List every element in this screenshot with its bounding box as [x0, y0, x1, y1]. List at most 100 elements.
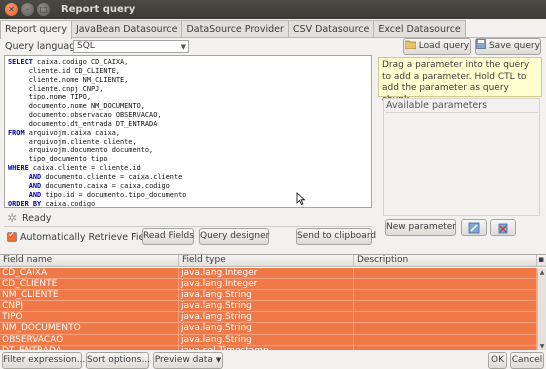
table-cell: [354, 323, 537, 334]
sql-keyword: SELECT: [8, 58, 33, 66]
window-close-button[interactable]: ✕: [5, 3, 18, 16]
query-language-label: Query language: [5, 41, 82, 52]
window-minimize-button[interactable]: –: [21, 3, 34, 16]
sql-line: WHERE caixa.cliente = cliente.id: [8, 164, 371, 173]
table-cell: [354, 279, 537, 290]
sql-line: SELECT caixa.codigo CD_CAIXA,: [8, 58, 371, 67]
load-query-label: Load query: [418, 41, 470, 51]
load-query-button[interactable]: Load query: [403, 38, 471, 55]
table-cell: java.lang.String: [179, 312, 354, 323]
table-cell: [354, 345, 537, 350]
sql-text: documento.cliente = caixa.cliente: [41, 172, 183, 181]
sql-line: cliente.id CD_CLIENTE,: [8, 67, 371, 76]
sql-text: documento.dt_entrada DT_ENTRADA: [8, 119, 158, 128]
send-to-clipboard-button[interactable]: Send to clipboard: [296, 228, 376, 245]
query-language-select[interactable]: SQL ▼: [73, 40, 189, 53]
table-cell: CD_CLIENTE: [0, 279, 179, 290]
sql-text: cliente.nome NM_CLIENTE,: [8, 75, 129, 84]
table-cell: java.sql.Timestamp: [179, 345, 354, 350]
table-cell: CNPJ: [0, 301, 179, 312]
sql-keyword: ORDER BY: [8, 199, 42, 208]
table-row[interactable]: CD_CLIENTE java.lang.Integer: [0, 279, 537, 291]
table-row[interactable]: DT_ENTRADAjava.sql.Timestamp: [0, 345, 537, 350]
auto-retrieve-checkbox[interactable]: [7, 230, 17, 242]
tab-csv-datasource[interactable]: CSV Datasource: [287, 20, 375, 38]
tab-report-query[interactable]: Report query: [0, 20, 72, 39]
table-row[interactable]: NM_DOCUMENTO java.lang.String: [0, 323, 537, 335]
sql-text: caixa.cliente = cliente.id: [28, 164, 141, 173]
table-cell: java.lang.String: [179, 290, 354, 301]
tab-javabean-datasource[interactable]: JavaBean Datasource: [70, 20, 183, 38]
filter-expression-button[interactable]: Filter expression...: [2, 352, 85, 369]
cancel-button[interactable]: Cancel: [510, 352, 544, 369]
sql-line: arquivojm.documento documento,: [8, 146, 371, 155]
sql-text: tipo.id = documento.tipo_documento: [41, 190, 187, 199]
title-bar: ✕ – □ Report query: [0, 0, 546, 19]
table-cell: [354, 312, 537, 323]
sort-options-button[interactable]: Sort options...: [86, 352, 150, 369]
sql-text: arquivojm.cliente cliente,: [8, 137, 137, 146]
chevron-down-icon: ▼: [215, 356, 222, 364]
chevron-down-icon: ▼: [180, 43, 186, 51]
delete-parameter-icon: [498, 223, 508, 234]
preview-data-button[interactable]: Preview data ▼: [153, 352, 223, 369]
column-settings-icon[interactable]: ▪: [537, 255, 546, 267]
edit-parameter-button[interactable]: [461, 219, 487, 236]
table-cell: java.lang.Integer: [179, 268, 354, 279]
tab-excel-datasource[interactable]: Excel Datasource: [373, 20, 466, 38]
table-body: CD_CAIXA java.lang.Integer CD_CLIENTE java.…: [0, 268, 537, 350]
table-cell: java.lang.String: [179, 334, 354, 345]
table-row[interactable]: NM_CLIENTE java.lang.String: [0, 290, 537, 302]
sql-text: arquivojm.documento documento,: [8, 146, 154, 155]
table-scrollbar[interactable]: ▲ ▼: [537, 268, 546, 350]
preview-data-label: Preview data: [154, 355, 213, 365]
sql-line: documento.dt_entrada DT_ENTRADA: [8, 120, 371, 129]
sql-text: arquivojm.caixa caixa,: [24, 128, 121, 137]
table-cell: java.lang.String: [179, 323, 354, 334]
sql-keyword: FROM: [8, 128, 25, 137]
delete-parameter-button[interactable]: [490, 219, 516, 236]
table-cell: CD_CAIXA: [0, 268, 179, 279]
sql-editor[interactable]: SELECT caixa.codigo CD_CAIXA, cliente.id…: [4, 55, 372, 208]
bottom-bar: Filter expression... Sort options... Pre…: [0, 351, 546, 369]
sql-keyword: AND: [8, 181, 42, 190]
sql-line: tipo_documento tipo: [8, 155, 371, 164]
save-query-label: Save query: [488, 41, 540, 51]
fields-table: Field name Field type Description ▪ CD_C…: [0, 254, 546, 350]
save-query-button[interactable]: Save query: [475, 38, 541, 55]
sql-text: caixa.codigo: [41, 199, 96, 208]
column-header-field-name[interactable]: Field name: [0, 255, 179, 267]
available-parameters-panel: [383, 98, 540, 216]
column-header-description[interactable]: Description: [354, 255, 537, 267]
sql-keyword: AND: [8, 190, 42, 199]
ok-button[interactable]: OK: [488, 352, 507, 369]
table-row[interactable]: CNPJ java.lang.String: [0, 301, 537, 313]
sql-text: documento.observacao OBSERVACAO,: [8, 111, 162, 120]
read-fields-button[interactable]: Read Fields: [142, 228, 194, 245]
table-cell: java.lang.Integer: [179, 279, 354, 290]
table-row[interactable]: CD_CAIXA java.lang.Integer: [0, 268, 537, 280]
sql-line: AND documento.cliente = caixa.cliente: [8, 173, 371, 182]
folder-icon: [404, 40, 417, 50]
sql-line: tipo.nome TIPO,: [8, 93, 371, 102]
available-parameters-divider: [385, 112, 538, 113]
scroll-down-icon[interactable]: ▼: [538, 343, 546, 350]
table-row[interactable]: OBSERVACAO java.lang.String: [0, 334, 537, 346]
sql-text: cliente.id CD_CLIENTE,: [8, 66, 121, 75]
sql-code: SELECT caixa.codigo CD_CAIXA, cliente.id…: [5, 56, 371, 208]
window-maximize-button[interactable]: □: [37, 3, 50, 16]
table-cell: OBSERVACAO: [0, 334, 179, 345]
table-row[interactable]: TIPO java.lang.String: [0, 312, 537, 324]
tab-datasource-provider[interactable]: DataSource Provider: [181, 20, 289, 38]
status-divider: [4, 226, 372, 227]
query-designer-button[interactable]: Query designer: [199, 228, 269, 245]
sql-line: arquivojm.cliente cliente,: [8, 138, 371, 147]
scroll-up-icon[interactable]: ▲: [538, 269, 546, 276]
status-bar: ✲ Ready: [5, 211, 52, 225]
status-text: Ready: [22, 212, 52, 224]
column-header-field-type[interactable]: Field type: [179, 255, 354, 267]
new-parameter-button[interactable]: New parameter: [385, 219, 456, 236]
table-cell: TIPO: [0, 312, 179, 323]
sql-line: cliente.cnpj CNPJ,: [8, 85, 371, 94]
spinner-icon: ✲: [6, 211, 18, 225]
